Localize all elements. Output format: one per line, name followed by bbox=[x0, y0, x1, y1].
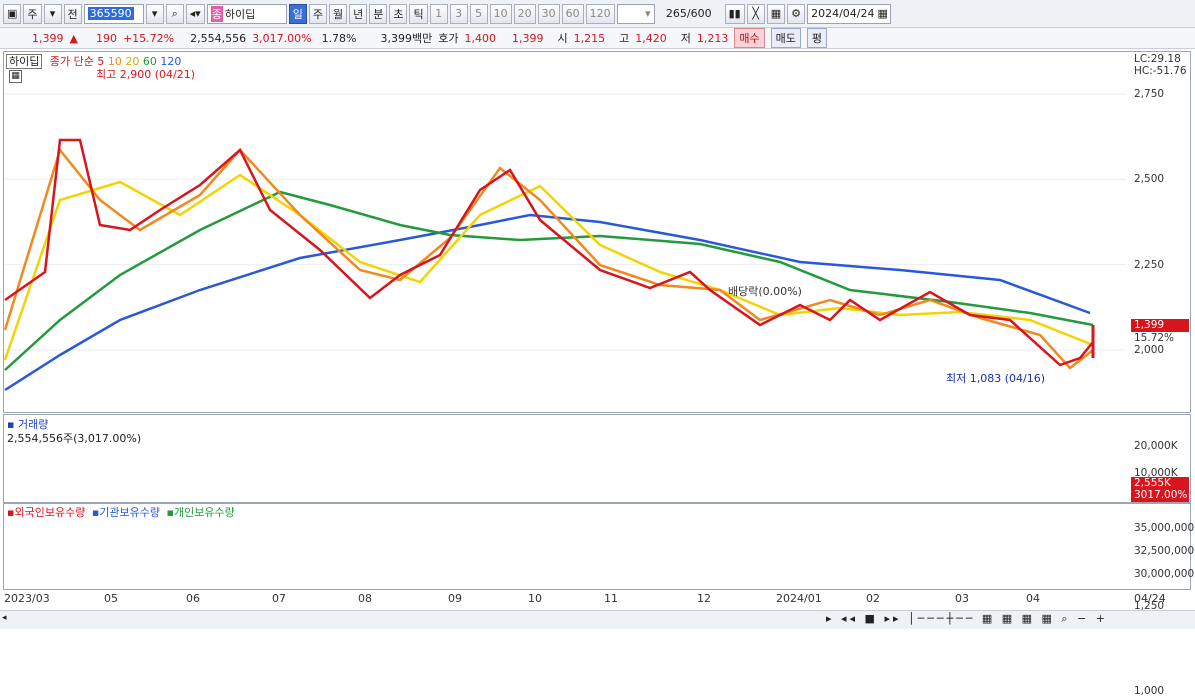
holding-legend: ▪외국인보유수량 ▪기관보유수량 ▪개인보유수량 bbox=[7, 504, 235, 520]
legend-foreign: ▪외국인보유수량 bbox=[7, 506, 86, 519]
x-label-10: 10 bbox=[528, 592, 542, 605]
price-tick: 2,250 bbox=[1134, 258, 1165, 271]
hold-tick-30m: 30,000,000 bbox=[1134, 568, 1195, 580]
volume-pct-tag: 3017.00% bbox=[1131, 489, 1189, 502]
volume-panel[interactable] bbox=[3, 414, 1191, 503]
x-label-0424: 04/24 bbox=[1134, 592, 1166, 605]
legend-individual-text: 개인보유수량 bbox=[173, 506, 235, 519]
x-label-02: 02 bbox=[866, 592, 880, 605]
ma5-line bbox=[4, 138, 1094, 367]
x-label-2023-03: 2023/03 bbox=[4, 592, 50, 605]
legend-institution: ▪기관보유수량 bbox=[91, 506, 161, 519]
ma10-line bbox=[3, 147, 1094, 370]
ma60-line bbox=[4, 190, 1094, 371]
x-label-08: 08 bbox=[358, 592, 372, 605]
ma20-line bbox=[3, 173, 1094, 361]
x-label-05: 05 bbox=[104, 592, 118, 605]
price-pct-tag: 15.72% bbox=[1134, 332, 1175, 344]
x-label-03: 03 bbox=[955, 592, 969, 605]
dividend-note: 배당락(0.00%) bbox=[728, 285, 802, 298]
x-label-07: 07 bbox=[272, 592, 286, 605]
price-current-tag: 1,399 bbox=[1131, 319, 1189, 332]
scroll-left-icon[interactable]: ◂ bbox=[2, 613, 14, 626]
x-label-11: 11 bbox=[604, 592, 618, 605]
low-note: 최저 1,083 (04/16) bbox=[946, 372, 1046, 385]
lc-label: LC:29.18 bbox=[1134, 53, 1181, 65]
x-label-2024-01: 2024/01 bbox=[776, 592, 822, 605]
price-tick: 1,000 bbox=[1134, 684, 1165, 697]
price-tick: 2,500 bbox=[1134, 173, 1165, 186]
legend-individual: ▪개인보유수량 bbox=[166, 506, 235, 519]
hold-tick-32m: 32,500,000 bbox=[1134, 545, 1195, 557]
legend-institution-text: 기관보유수량 bbox=[99, 506, 161, 519]
price-tick: 2,000 bbox=[1134, 343, 1165, 356]
bottom-scrollbar[interactable]: ◂ ▸ ◂◂ ■ ▸▸ │───┼── ▦ ▦ ▦ ▦ ⌕ − + bbox=[0, 610, 1195, 629]
vol-tick-20000: 20,000K bbox=[1134, 440, 1178, 452]
scroll-controls[interactable]: ▸ ◂◂ ■ ▸▸ │───┼── ▦ ▦ ▦ ▦ ⌕ − + bbox=[826, 612, 1192, 626]
x-label-09: 09 bbox=[448, 592, 462, 605]
volume-value: 2,554,556주(3,017.00%) bbox=[7, 432, 142, 445]
x-label-12: 12 bbox=[697, 592, 711, 605]
table-icon[interactable]: ▦ bbox=[9, 70, 22, 83]
legend-foreign-text: 외국인보유수량 bbox=[14, 506, 86, 519]
hold-tick-35m: 35,000,000 bbox=[1134, 522, 1195, 534]
ma120-line bbox=[4, 213, 1091, 392]
x-label-06: 06 bbox=[186, 592, 200, 605]
price-tick: 2,750 bbox=[1134, 88, 1165, 100]
hc-label: HC:-51.76 bbox=[1134, 65, 1187, 77]
legend-stock: 하이딥 bbox=[6, 54, 43, 69]
legend-indicator: 종가 단순 bbox=[49, 55, 94, 68]
x-label-04: 04 bbox=[1026, 592, 1040, 605]
high-note: 최고 2,900 (04/21) bbox=[96, 68, 196, 81]
